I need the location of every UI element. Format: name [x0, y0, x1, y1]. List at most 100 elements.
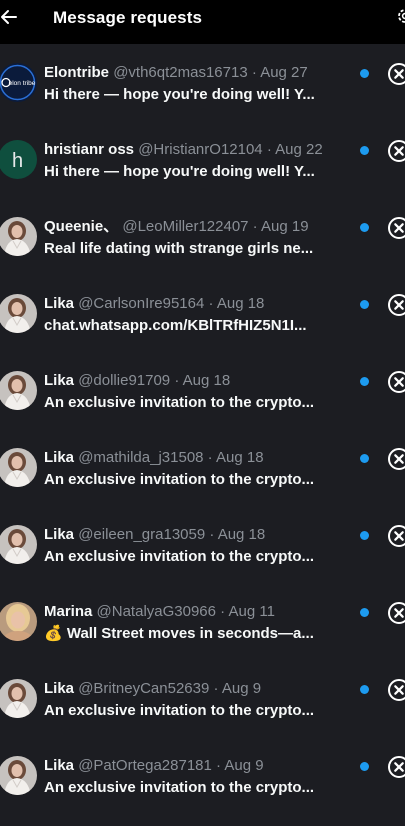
sender-handle: @NatalyaG30966 — [96, 603, 216, 620]
unread-indicator — [360, 300, 369, 309]
sender-name: Lika — [44, 680, 75, 697]
dismiss-request-icon[interactable] — [387, 755, 405, 779]
sender-name: Lika — [44, 295, 75, 312]
dismiss-request-icon[interactable] — [387, 293, 405, 317]
sender-name: hristianr oss — [44, 141, 135, 158]
message-preview: An exclusive invitation to the crypto... — [44, 471, 315, 488]
request-date: Aug 18 — [182, 372, 231, 389]
message-preview: Hi there — hope you're doing well! Y... — [44, 163, 315, 180]
sender-name: Elontribe — [44, 64, 110, 81]
separator-dot: · — [248, 218, 262, 235]
message-request-row[interactable]: Lika @mathilda_j31508 · Aug 18 An exclus… — [0, 435, 405, 512]
avatar[interactable] — [0, 756, 37, 795]
message-request-row[interactable]: elon tribe Elontribe @vth6qt2mas16713 · … — [0, 50, 405, 127]
avatar[interactable] — [0, 602, 37, 641]
message-request-row[interactable]: Lika @BritneyCan52639 · Aug 9 An exclusi… — [0, 666, 405, 743]
message-preview: chat.whatsapp.com/KBlTRfHIZ5N1I... — [44, 317, 307, 334]
request-date: Aug 22 — [275, 141, 323, 158]
separator-dot: · — [205, 526, 218, 543]
unread-indicator — [360, 762, 369, 771]
avatar[interactable] — [0, 294, 37, 333]
request-header: Lika @dollie91709 · Aug 18 — [44, 371, 354, 391]
avatar[interactable]: h — [0, 140, 37, 179]
request-header: Marina @NatalyaG30966 · Aug 11 — [44, 602, 354, 622]
arrow-left-icon[interactable] — [0, 6, 18, 28]
request-header: Lika @CarlsonIre95164 · Aug 18 — [44, 294, 354, 314]
separator-dot: · — [209, 680, 222, 697]
separator-dot: · — [247, 64, 261, 81]
message-preview: Hi there — hope you're doing well! Y... — [44, 86, 315, 103]
request-date: Aug 18 — [216, 449, 264, 466]
request-header: hristianr oss @HristianrO12104 · Aug 22 — [44, 140, 354, 160]
avatar-initial: h — [12, 150, 23, 172]
separator-dot: · — [211, 757, 225, 774]
unread-indicator — [360, 223, 369, 232]
sender-name: Queenie、 — [44, 218, 119, 235]
message-preview: Real life dating with strange girls ne..… — [44, 240, 314, 257]
message-request-row[interactable]: Marina @NatalyaG30966 · Aug 11 💰 Wall St… — [0, 589, 405, 666]
top-bar: Message requests — [0, 0, 405, 44]
sender-name: Lika — [44, 526, 75, 543]
request-date: Aug 18 — [216, 295, 265, 312]
message-request-row[interactable]: Queenie、 @LeoMiller122407 · Aug 19 Real … — [0, 204, 405, 281]
sender-handle: @LeoMiller122407 — [122, 218, 249, 235]
dismiss-request-icon[interactable] — [387, 524, 405, 548]
request-date: Aug 18 — [217, 526, 266, 543]
message-request-row[interactable]: Lika @PatOrtega287181 · Aug 9 An exclusi… — [0, 743, 405, 820]
request-header: Lika @PatOrtega287181 · Aug 9 — [44, 756, 354, 776]
sender-handle: @mathilda_j31508 — [78, 449, 204, 466]
dismiss-request-icon[interactable] — [387, 601, 405, 625]
message-request-row[interactable]: Lika @dollie91709 · Aug 18 An exclusive … — [0, 358, 405, 435]
message-request-row[interactable]: Lika @eileen_gra13059 · Aug 18 An exclus… — [0, 512, 405, 589]
sender-name: Lika — [44, 449, 75, 466]
dismiss-request-icon[interactable] — [387, 447, 405, 471]
unread-indicator — [360, 608, 369, 617]
dismiss-request-icon[interactable] — [387, 370, 405, 394]
sender-handle: @HristianrO12104 — [138, 141, 263, 158]
separator-dot: · — [262, 141, 276, 158]
unread-indicator — [360, 377, 369, 386]
avatar[interactable] — [0, 217, 37, 256]
sender-handle: @PatOrtega287181 — [78, 757, 212, 774]
avatar[interactable] — [0, 448, 37, 487]
message-preview: An exclusive invitation to the crypto... — [44, 702, 315, 719]
message-request-row[interactable]: Lika @CarlsonIre95164 · Aug 18 chat.what… — [0, 281, 405, 358]
message-preview: 💰 Wall Street moves in seconds—a... — [44, 625, 314, 642]
request-date: Aug 9 — [221, 680, 262, 697]
sender-name: Lika — [44, 372, 75, 389]
sender-handle: @dollie91709 — [78, 372, 171, 389]
request-header: Lika @BritneyCan52639 · Aug 9 — [44, 679, 354, 699]
request-date: Aug 19 — [261, 218, 309, 235]
separator-dot: · — [170, 372, 183, 389]
message-preview: An exclusive invitation to the crypto... — [44, 394, 315, 411]
avatar[interactable] — [0, 371, 37, 410]
unread-indicator — [360, 146, 369, 155]
dismiss-request-icon[interactable] — [387, 678, 405, 702]
separator-dot: · — [216, 603, 229, 620]
avatar[interactable] — [0, 525, 37, 564]
request-header: Lika @mathilda_j31508 · Aug 18 — [44, 448, 354, 468]
sender-handle: @eileen_gra13059 — [78, 526, 206, 543]
unread-indicator — [360, 69, 369, 78]
unread-indicator — [360, 454, 369, 463]
sender-handle: @BritneyCan52639 — [78, 680, 210, 697]
page-title: Message requests — [53, 8, 203, 27]
separator-dot: · — [203, 449, 217, 466]
dismiss-request-icon[interactable] — [387, 62, 405, 86]
unread-indicator — [360, 531, 369, 540]
dismiss-request-icon[interactable] — [387, 216, 405, 240]
request-header: Queenie、 @LeoMiller122407 · Aug 19 — [44, 217, 354, 237]
message-preview: An exclusive invitation to the crypto... — [44, 548, 315, 565]
separator-dot: · — [204, 295, 217, 312]
request-header: Lika @eileen_gra13059 · Aug 18 — [44, 525, 354, 545]
sender-name: Marina — [44, 603, 93, 620]
avatar[interactable] — [0, 679, 37, 718]
request-header: Elontribe @vth6qt2mas16713 · Aug 27 — [44, 63, 354, 83]
sender-handle: @CarlsonIre95164 — [78, 295, 205, 312]
avatar-logo-text: elon tribe — [9, 80, 36, 87]
gear-icon[interactable] — [396, 7, 405, 25]
message-request-row[interactable]: h hristianr oss @HristianrO12104 · Aug 2… — [0, 127, 405, 204]
avatar[interactable]: elon tribe — [0, 63, 37, 102]
dismiss-request-icon[interactable] — [387, 139, 405, 163]
request-date: Aug 9 — [224, 757, 264, 774]
